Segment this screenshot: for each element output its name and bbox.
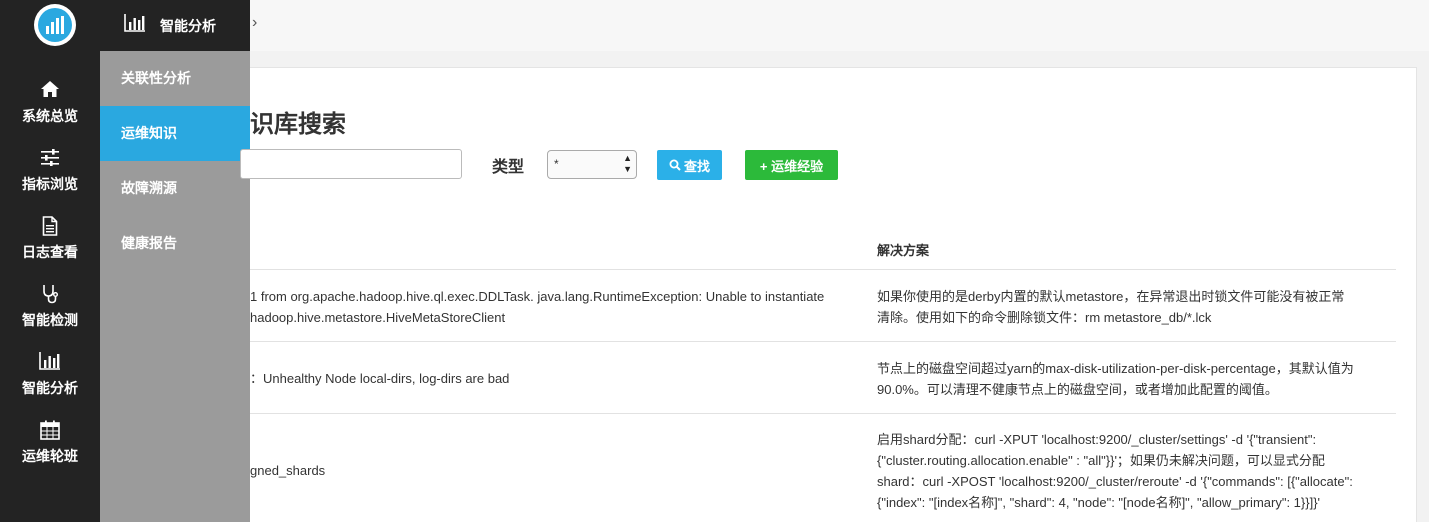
sidebar-item-overview[interactable]: 系统总览 bbox=[0, 80, 100, 148]
type-select-value: * bbox=[554, 157, 559, 171]
table-row-solution: 如果你使用的是derby内置的默认metastore，在异常退出时锁文件可能没有… bbox=[877, 286, 1344, 328]
solution-line: 启用shard分配：curl -XPUT 'localhost:9200/_cl… bbox=[877, 432, 1317, 447]
problem-line: 1 from org.apache.hadoop.hive.ql.exec.DD… bbox=[250, 289, 825, 304]
sidebar-item-label: 运维轮班 bbox=[22, 448, 78, 464]
submenu-title: 智能分析 bbox=[160, 17, 216, 34]
calendar-icon bbox=[0, 420, 100, 444]
main-sidebar: 系统总览 指标浏览 日志查看 智能检测 智能分析 运维轮班 bbox=[0, 0, 100, 522]
sidebar-item-oncall[interactable]: 运维轮班 bbox=[0, 420, 100, 488]
select-arrows-icon: ▲ ▼ bbox=[623, 153, 632, 174]
page-title: 识库搜索 bbox=[250, 111, 346, 138]
search-button[interactable]: 查找 bbox=[657, 150, 722, 180]
search-button-label: 查找 bbox=[683, 158, 710, 174]
table-row-problem: 1 from org.apache.hadoop.hive.ql.exec.DD… bbox=[250, 286, 824, 328]
solution-line: 如果你使用的是derby内置的默认metastore，在异常退出时锁文件可能没有… bbox=[877, 289, 1345, 304]
sidebar-item-label: 指标浏览 bbox=[22, 176, 78, 192]
search-icon bbox=[669, 159, 681, 171]
submenu-item-health-report[interactable]: 健康报告 bbox=[100, 216, 250, 271]
sliders-icon bbox=[0, 148, 100, 172]
table-row-problem: gned_shards bbox=[250, 460, 325, 481]
sidebar-item-logs[interactable]: 日志查看 bbox=[0, 216, 100, 284]
stethoscope-icon bbox=[0, 284, 100, 308]
submenu-item-root-cause[interactable]: 故障溯源 bbox=[100, 161, 250, 216]
sidebar-item-label: 智能分析 bbox=[22, 380, 78, 396]
document-icon bbox=[0, 216, 100, 240]
table-row-problem: ：Unhealthy Node local-dirs, log-dirs are… bbox=[250, 368, 509, 389]
submenu-header: 智能分析 bbox=[100, 0, 250, 51]
logo-chart-icon bbox=[38, 8, 72, 42]
type-select[interactable]: * ▲ ▼ bbox=[547, 150, 637, 179]
submenu-item-correlation[interactable]: 关联性分析 bbox=[100, 51, 250, 106]
submenu-panel: 关联性分析 运维知识 故障溯源 健康报告 bbox=[100, 51, 250, 522]
table-divider bbox=[250, 269, 1396, 270]
submenu-item-knowledge[interactable]: 运维知识 bbox=[100, 106, 250, 161]
solution-line: {"index": "[index名称]", "shard": 4, "node… bbox=[877, 495, 1321, 510]
breadcrumb-chevron-icon[interactable]: › bbox=[252, 14, 257, 32]
search-input[interactable] bbox=[240, 149, 462, 179]
sidebar-item-detection[interactable]: 智能检测 bbox=[0, 284, 100, 352]
solution-line: 节点上的磁盘空间超过yarn的max-disk-utilization-per-… bbox=[877, 361, 1354, 376]
table-divider bbox=[250, 341, 1396, 342]
sidebar-item-label: 智能检测 bbox=[22, 312, 78, 328]
type-label: 类型 bbox=[492, 159, 525, 176]
problem-line: gned_shards bbox=[250, 463, 326, 478]
sidebar-item-label: 系统总览 bbox=[22, 108, 78, 124]
problem-line: ：Unhealthy Node local-dirs, log-dirs are… bbox=[250, 371, 510, 386]
column-header-solution: 解决方案 bbox=[877, 243, 930, 258]
solution-line: shard：curl -XPOST 'localhost:9200/_clust… bbox=[877, 474, 1353, 489]
app-logo[interactable] bbox=[34, 4, 76, 46]
sidebar-item-metrics[interactable]: 指标浏览 bbox=[0, 148, 100, 216]
bar-chart-icon bbox=[124, 14, 146, 37]
sidebar-item-label: 日志查看 bbox=[22, 244, 78, 260]
problem-line: hadoop.hive.metastore.HiveMetaStoreClien… bbox=[250, 310, 506, 325]
add-experience-button[interactable]: + 运维经验 bbox=[745, 150, 838, 180]
home-icon bbox=[0, 80, 100, 104]
table-divider bbox=[250, 413, 1396, 414]
table-row-solution: 启用shard分配：curl -XPUT 'localhost:9200/_cl… bbox=[877, 429, 1353, 513]
sidebar-item-analysis[interactable]: 智能分析 bbox=[0, 352, 100, 420]
main-content-card: 识库搜索 类型 * ▲ ▼ 查找 + 运维经验 解决方案 1 from org.a… bbox=[240, 67, 1417, 522]
solution-line: {"cluster.routing.allocation.enable" : "… bbox=[877, 453, 1325, 468]
table-row-solution: 节点上的磁盘空间超过yarn的max-disk-utilization-per-… bbox=[877, 358, 1354, 400]
top-bar: › bbox=[250, 0, 1429, 51]
bar-chart-icon bbox=[0, 352, 100, 376]
solution-line: 90.0%。可以清理不健康节点上的磁盘空间，或者增加此配置的阈值。 bbox=[877, 382, 1278, 397]
solution-line: 清除。使用如下的命令删除锁文件：rm metastore_db/*.lck bbox=[877, 310, 1212, 325]
